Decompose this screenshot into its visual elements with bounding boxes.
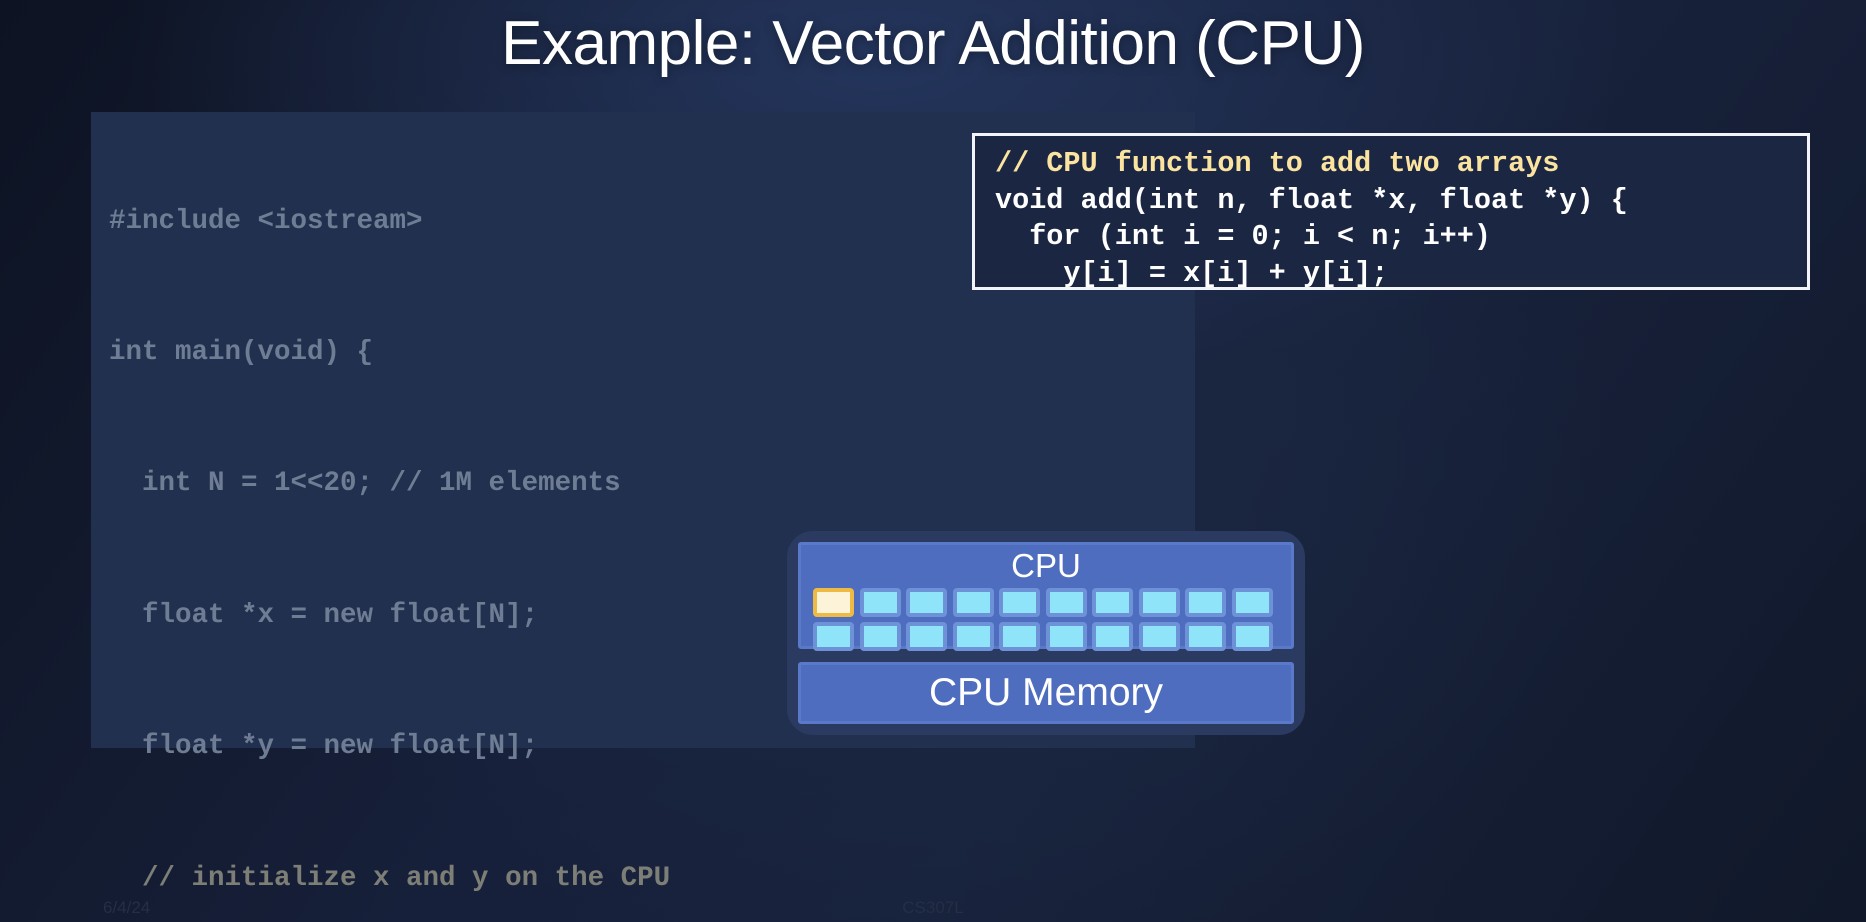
cpu-memory-panel: CPU Memory — [798, 662, 1294, 724]
code-line-comment: // initialize x and y on the CPU — [109, 862, 671, 894]
cpu-core-row — [813, 622, 1285, 651]
slide-canvas: Example: Vector Addition (CPU) #include … — [0, 0, 1866, 922]
cpu-core — [1185, 622, 1226, 651]
code-line: int main(void) { — [109, 336, 374, 368]
function-comment-line: // CPU function to add two arrays — [995, 147, 1560, 180]
function-body-line: y[i] = x[i] + y[i]; — [995, 256, 1389, 290]
cpu-memory-label: CPU Memory — [928, 671, 1164, 714]
footer-course-code: CS307L — [902, 898, 964, 917]
cpu-core — [859, 588, 901, 617]
cpu-core-row — [813, 588, 1285, 617]
cpu-core — [859, 622, 901, 651]
cpu-core — [999, 622, 1040, 651]
slide-footer: 6/4/24 CS307L — [0, 898, 1866, 922]
cpu-core — [1045, 588, 1087, 617]
cpu-core — [952, 588, 994, 617]
cpu-core — [1185, 588, 1226, 617]
cpu-core — [952, 622, 994, 651]
cpu-core-active — [813, 588, 854, 617]
cpu-core-grid — [813, 588, 1285, 656]
function-signature-line: void add(int n, float *x, float *y) { — [995, 183, 1628, 217]
cpu-core — [1231, 588, 1273, 617]
page-title: Example: Vector Addition (CPU) — [501, 9, 1365, 78]
code-line: int N = 1<<20; // 1M elements — [109, 468, 621, 500]
cpu-core — [906, 588, 947, 617]
cpu-core-panel: CPU — [798, 542, 1294, 651]
cpu-core — [999, 588, 1040, 617]
cpu-core — [1138, 622, 1180, 651]
cpu-add-function-box: // CPU function to add two arrays void a… — [972, 133, 1810, 290]
cpu-core — [906, 622, 947, 651]
cpu-core — [1231, 622, 1273, 651]
cpu-diagram: CPU CPU Memory — [787, 531, 1305, 735]
cpu-core — [1092, 588, 1133, 617]
function-for-line: for (int i = 0; i < n; i++) — [995, 220, 1491, 253]
cpu-core — [1045, 622, 1087, 651]
cpu-core — [813, 622, 854, 651]
cpu-core — [1092, 622, 1133, 651]
cpu-label: CPU — [1011, 547, 1081, 584]
cpu-core — [1138, 588, 1180, 617]
